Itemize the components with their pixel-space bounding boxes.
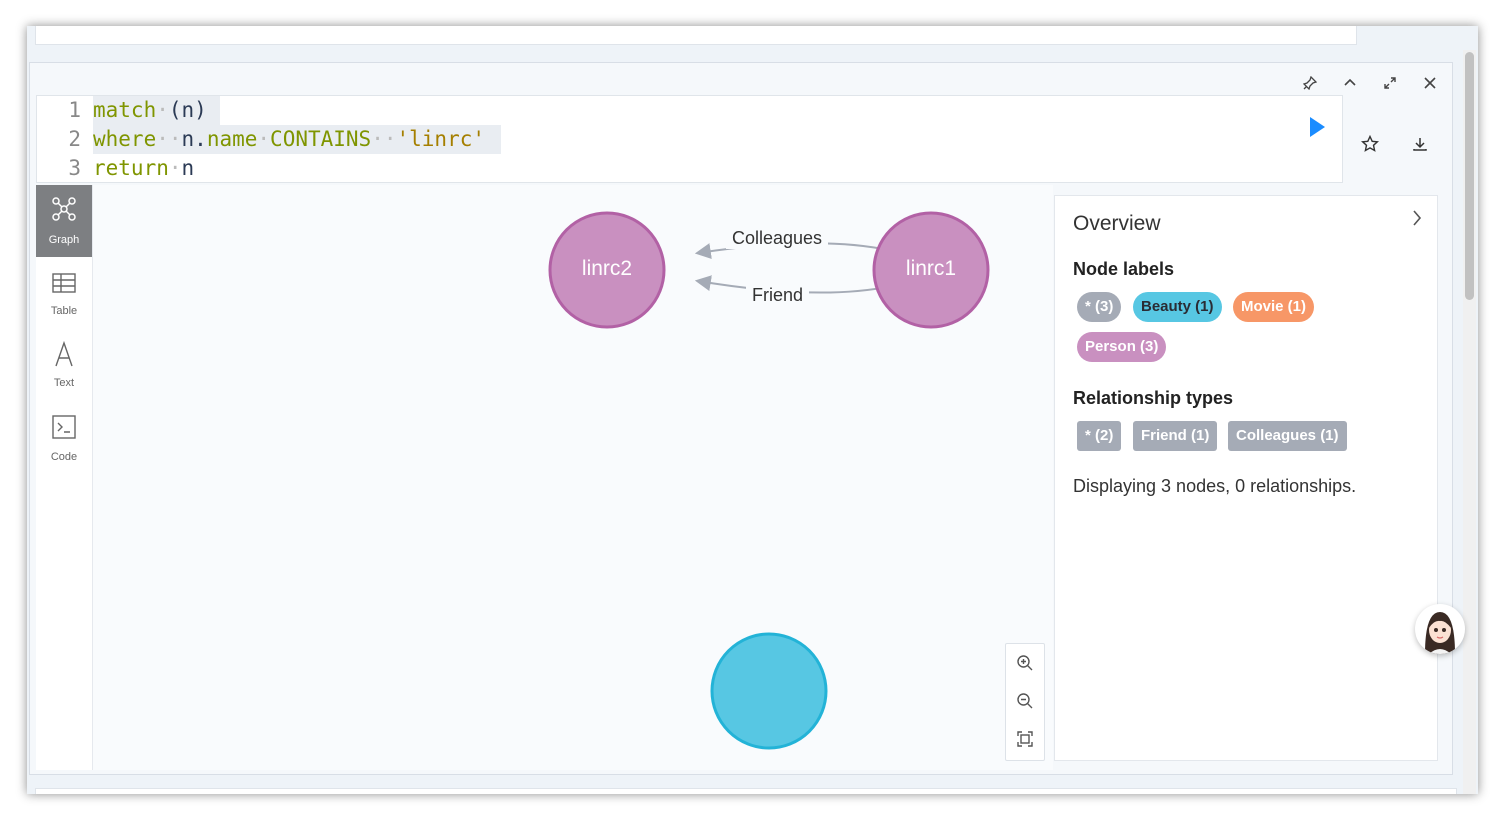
table-icon	[52, 273, 76, 293]
collapse-panel-button[interactable]	[1405, 206, 1429, 230]
avatar-icon	[1425, 612, 1455, 654]
zoom-controls	[1005, 643, 1045, 761]
node-label-pill[interactable]: Beauty (1)	[1133, 292, 1222, 322]
nav-graph[interactable]: Graph	[36, 185, 92, 257]
scrollbar-thumb[interactable]	[1465, 52, 1474, 300]
keyword: where	[93, 127, 157, 151]
code-token: n	[181, 156, 195, 180]
keyword: return	[93, 156, 169, 180]
relationship-label: Friend	[746, 285, 810, 306]
chevron-right-icon	[1413, 210, 1422, 226]
line-number: 3	[68, 156, 81, 180]
text-icon	[55, 341, 73, 367]
star-icon	[1361, 135, 1379, 152]
graph-canvas[interactable]: linrc2 linrc1 Colleagues Friend	[93, 185, 1053, 770]
nav-table[interactable]: Table	[36, 259, 92, 331]
zoom-out-button[interactable]	[1006, 682, 1044, 720]
favorite-button[interactable]	[1353, 127, 1387, 161]
line-number: 2	[68, 127, 81, 151]
nav-label: Code	[50, 451, 78, 463]
expand-icon[interactable]	[1378, 71, 1402, 95]
zoom-in-icon	[1017, 655, 1033, 671]
node-label: linrc2	[581, 257, 633, 280]
run-button[interactable]	[1299, 109, 1335, 145]
node-label-pill[interactable]: Person (3)	[1077, 332, 1167, 362]
pin-icon[interactable]	[1298, 71, 1322, 95]
result-frame: 1 2 3 match·(n) where··n.name·CONTAINS··…	[29, 62, 1453, 775]
graph-node[interactable]	[710, 632, 828, 750]
node-label-pill[interactable]: Movie (1)	[1233, 292, 1315, 322]
relationship-type-tag[interactable]: * (2)	[1077, 421, 1122, 451]
nav-label: Text	[53, 377, 75, 389]
nav-label: Table	[50, 305, 78, 317]
code-line-1: match·(n)	[93, 98, 207, 122]
code-token: n.	[181, 127, 207, 151]
operator: CONTAINS	[270, 127, 372, 151]
query-editor[interactable]: 1 2 3 match·(n) where··n.name·CONTAINS··…	[36, 95, 1343, 183]
graph-icon	[52, 197, 76, 221]
assistant-avatar[interactable]	[1415, 604, 1465, 654]
keyword: match	[93, 98, 157, 122]
relationship-type-tag[interactable]: Friend (1)	[1133, 421, 1218, 451]
line-number: 1	[68, 98, 81, 122]
previous-frame-bar	[35, 26, 1357, 45]
play-icon	[1310, 117, 1325, 137]
close-icon[interactable]	[1418, 71, 1442, 95]
next-frame-bar	[35, 788, 1457, 794]
string-literal: 'linrc'	[396, 127, 486, 151]
code-token: (n)	[168, 98, 207, 122]
app-window: 1 2 3 match·(n) where··n.name·CONTAINS··…	[27, 26, 1478, 794]
status-text: Displaying 3 nodes, 0 relationships.	[1073, 476, 1357, 496]
download-button[interactable]	[1403, 127, 1437, 161]
overview-panel: Overview Node labels * (3) Beauty (1) Mo…	[1054, 195, 1438, 761]
node-labels-heading: Node labels	[1073, 259, 1175, 279]
nav-label: Graph	[48, 234, 80, 246]
fit-button[interactable]	[1006, 720, 1044, 758]
chevron-up-icon[interactable]	[1338, 71, 1362, 95]
fit-icon	[1017, 731, 1033, 747]
zoom-out-icon	[1017, 693, 1033, 709]
code-line-2: where··n.name·CONTAINS··'linrc'	[93, 127, 486, 151]
overview-title: Overview	[1073, 212, 1161, 235]
code-line-3: return·n	[93, 156, 195, 180]
property: name	[206, 127, 258, 151]
scrollbar[interactable]	[1463, 50, 1476, 794]
download-icon	[1413, 138, 1427, 151]
node-label: linrc1	[905, 257, 957, 280]
code-icon	[52, 415, 76, 439]
nav-text[interactable]: Text	[36, 331, 92, 403]
relationship-types-heading: Relationship types	[1073, 388, 1234, 408]
nav-code[interactable]: Code	[36, 403, 92, 475]
zoom-in-button[interactable]	[1006, 644, 1044, 682]
node-label-pill[interactable]: * (3)	[1077, 292, 1122, 322]
view-sidebar: Graph Table Text Code	[36, 185, 93, 770]
relationship-type-tag[interactable]: Colleagues (1)	[1228, 421, 1347, 451]
relationship-label: Colleagues	[726, 228, 829, 249]
